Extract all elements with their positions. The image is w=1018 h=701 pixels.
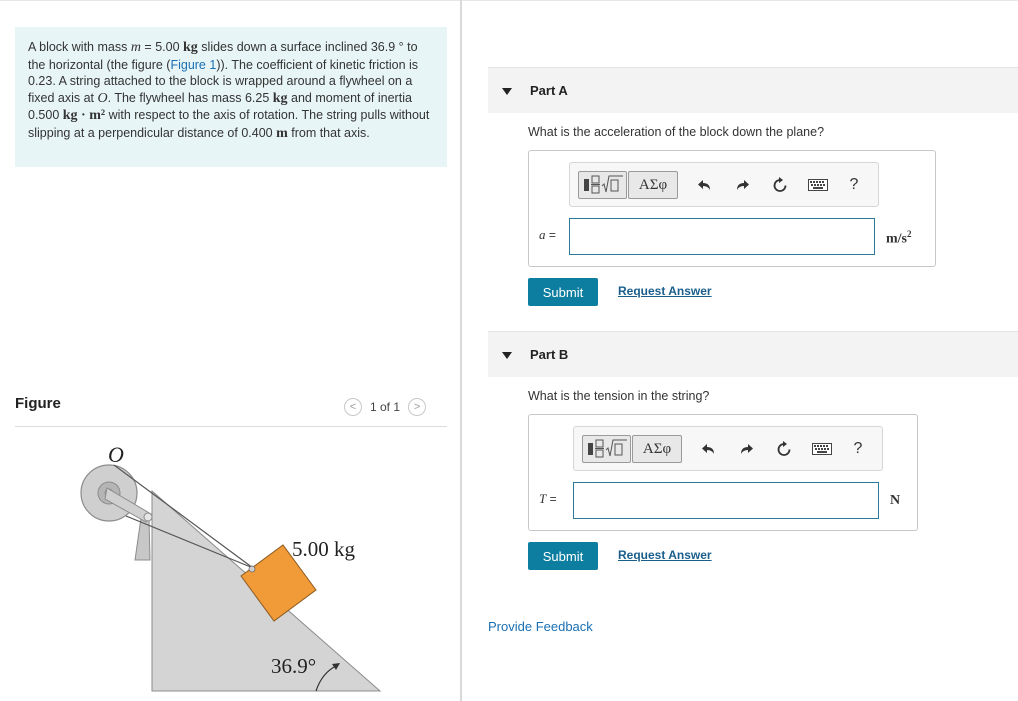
figure-title: Figure bbox=[15, 395, 61, 412]
unit-label-a: m/s2 bbox=[886, 229, 912, 248]
variable-label: a = bbox=[539, 227, 556, 243]
keyboard-icon[interactable] bbox=[812, 439, 832, 459]
submit-button-b[interactable]: Submit bbox=[528, 542, 598, 570]
unit-m: m bbox=[276, 125, 288, 141]
panel-divider bbox=[460, 0, 462, 701]
request-answer-link-a[interactable]: Request Answer bbox=[618, 284, 712, 298]
redo-icon[interactable] bbox=[732, 175, 752, 195]
label-mass: 5.00 kg bbox=[292, 537, 356, 561]
reset-icon[interactable] bbox=[774, 439, 794, 459]
part-b-header[interactable]: Part B bbox=[488, 331, 1018, 377]
collapse-triangle-icon[interactable] bbox=[502, 352, 512, 359]
figure-diagram: O 5.00 kg 36.9° bbox=[80, 442, 382, 692]
variable-m: m bbox=[130, 40, 141, 55]
problem-text: from that axis. bbox=[287, 125, 370, 140]
variable-label: T = bbox=[539, 491, 557, 507]
problem-text: = 5.00 bbox=[140, 40, 184, 54]
answer-input-b[interactable] bbox=[573, 482, 879, 519]
templates-button[interactable] bbox=[582, 435, 631, 463]
redo-icon[interactable] bbox=[736, 439, 756, 459]
part-b-answer-box: ΑΣφ ? T = N bbox=[528, 414, 918, 531]
figure-pager: < 1 of 1 > bbox=[344, 396, 427, 418]
pager-text: 1 of 1 bbox=[370, 400, 401, 414]
reset-icon[interactable] bbox=[770, 175, 790, 195]
keyboard-icon[interactable] bbox=[808, 175, 828, 195]
unit-kg-m2: kg · m² bbox=[62, 108, 106, 123]
problem-statement: A block with mass m = 5.00 kg slides dow… bbox=[15, 27, 447, 167]
unit-exponent: 2 bbox=[907, 229, 912, 239]
part-b-title: Part B bbox=[530, 347, 569, 362]
part-a-question: What is the acceleration of the block do… bbox=[528, 125, 825, 139]
label-angle: 36.9° bbox=[271, 654, 316, 678]
block-attachment bbox=[248, 565, 256, 573]
collapse-triangle-icon[interactable] bbox=[502, 88, 512, 95]
figure-divider bbox=[15, 426, 447, 427]
greek-symbols-button[interactable]: ΑΣφ bbox=[628, 171, 678, 199]
equals-sign: = bbox=[546, 492, 557, 506]
problem-text: A block with mass bbox=[28, 40, 131, 54]
problem-text: . The flywheel has mass 6.25 bbox=[107, 90, 273, 105]
part-a-header[interactable]: Part A bbox=[488, 67, 1018, 113]
part-b-question: What is the tension in the string? bbox=[528, 389, 710, 403]
submit-button-a[interactable]: Submit bbox=[528, 278, 598, 306]
top-border bbox=[0, 0, 1018, 1]
unit-label-b: N bbox=[890, 493, 901, 508]
math-toolbar: ΑΣφ ? bbox=[569, 162, 879, 207]
answer-input-a[interactable] bbox=[569, 218, 875, 255]
greek-symbols-button[interactable]: ΑΣφ bbox=[632, 435, 682, 463]
equals-sign: = bbox=[545, 228, 556, 242]
variable-O: O bbox=[97, 90, 108, 106]
prev-figure-button[interactable]: < bbox=[344, 398, 362, 416]
help-button[interactable]: ? bbox=[848, 437, 868, 461]
provide-feedback-link[interactable]: Provide Feedback bbox=[488, 619, 593, 634]
help-button[interactable]: ? bbox=[844, 173, 864, 197]
arm-pivot bbox=[143, 512, 153, 522]
label-axis-O: O bbox=[108, 442, 124, 467]
templates-button[interactable] bbox=[578, 171, 627, 199]
part-a-answer-box: ΑΣφ ? a = m/s2 bbox=[528, 150, 936, 267]
undo-icon[interactable] bbox=[695, 175, 715, 195]
unit-kg: kg bbox=[183, 40, 198, 55]
next-figure-button[interactable]: > bbox=[408, 398, 427, 416]
undo-icon[interactable] bbox=[699, 439, 719, 459]
unit-kg: kg bbox=[272, 90, 288, 106]
unit-base: m/s bbox=[886, 231, 907, 247]
templates-icon bbox=[584, 175, 623, 194]
templates-icon bbox=[588, 439, 627, 458]
request-answer-link-b[interactable]: Request Answer bbox=[618, 548, 712, 562]
math-toolbar: ΑΣφ ? bbox=[573, 426, 883, 471]
figure-link[interactable]: Figure 1 bbox=[170, 58, 216, 72]
part-a-title: Part A bbox=[530, 83, 568, 98]
